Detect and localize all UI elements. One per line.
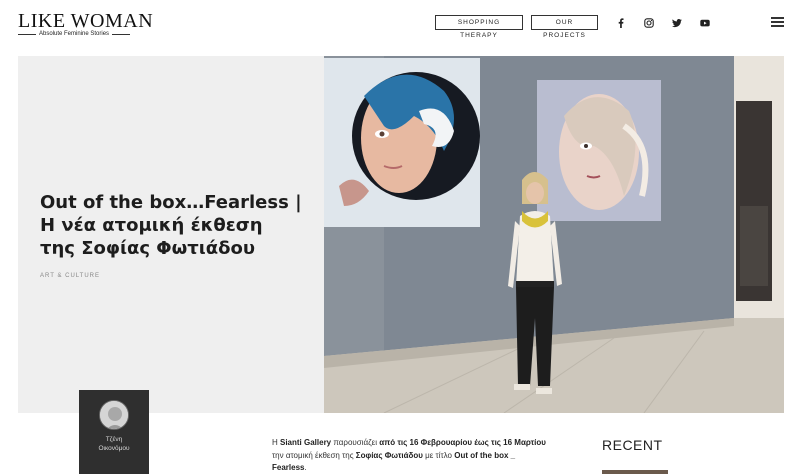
twitter-icon[interactable] <box>670 16 684 30</box>
tagline-rule-left <box>18 33 36 35</box>
menu-line <box>771 25 784 27</box>
featured-article-hero[interactable]: Out of the box…Fearless | Η νέα ατομική … <box>18 56 784 413</box>
menu-line <box>771 17 784 19</box>
site-header: LIKE WOMAN Absolute Feminine Stories SHO… <box>0 0 800 48</box>
article-text: Η <box>272 438 280 447</box>
article-text: την ατομική έκθεση της <box>272 450 356 460</box>
tagline-rule-right <box>112 33 131 35</box>
gallery-photo-illustration <box>324 56 784 413</box>
logo-tagline: Absolute Feminine Stories <box>39 31 110 37</box>
author-first-name: Τζένη <box>105 436 123 443</box>
hamburger-menu-icon[interactable] <box>771 17 784 27</box>
artist-name: Σοφίας Φωτιάδου <box>355 450 423 460</box>
article-text: με τίτλο <box>422 450 455 460</box>
author-avatar <box>99 400 129 430</box>
article-title[interactable]: Out of the box…Fearless | Η νέα ατομική … <box>40 191 310 260</box>
site-logo[interactable]: LIKE WOMAN Absolute Feminine Stories <box>18 11 153 37</box>
gallery-name: Sianti Gallery <box>280 438 332 447</box>
article-title-line: Out of the box…Fearless | <box>40 192 302 213</box>
author-last-name: Οικονόμου <box>98 445 130 452</box>
exhibition-dates: από τις 16 Φεβρουαρίου έως τις 16 Μαρτίο… <box>379 438 546 447</box>
facebook-icon[interactable] <box>614 16 628 30</box>
article-text: παρουσιάζει <box>331 438 380 447</box>
hero-text-block: Out of the box…Fearless | Η νέα ατομική … <box>40 191 310 279</box>
instagram-icon[interactable] <box>642 16 656 30</box>
youtube-icon[interactable] <box>698 16 712 30</box>
recent-post-thumbnail[interactable] <box>602 470 668 474</box>
article-text: . <box>304 463 307 472</box>
article-category[interactable]: ART & CULTURE <box>40 273 310 279</box>
author-card[interactable]: Τζένη Οικονόμου <box>79 390 149 474</box>
author-name: Τζένη Οικονόμου <box>79 435 149 453</box>
article-title-line: της Σοφίας Φωτιάδου <box>40 238 255 259</box>
article-title-line: Η νέα ατομική έκθεση <box>40 215 263 236</box>
recent-heading: RECENT <box>602 437 663 453</box>
our-projects-button[interactable]: OUR PROJECTS <box>531 15 598 39</box>
menu-line <box>771 21 784 23</box>
shopping-therapy-button[interactable]: SHOPPING THERAPY <box>435 15 523 39</box>
article-intro: Η Sianti Gallery παρουσιάζει από τις 16 … <box>272 437 552 474</box>
hero-photo <box>324 56 784 413</box>
logo-wordmark: LIKE WOMAN <box>18 10 154 32</box>
